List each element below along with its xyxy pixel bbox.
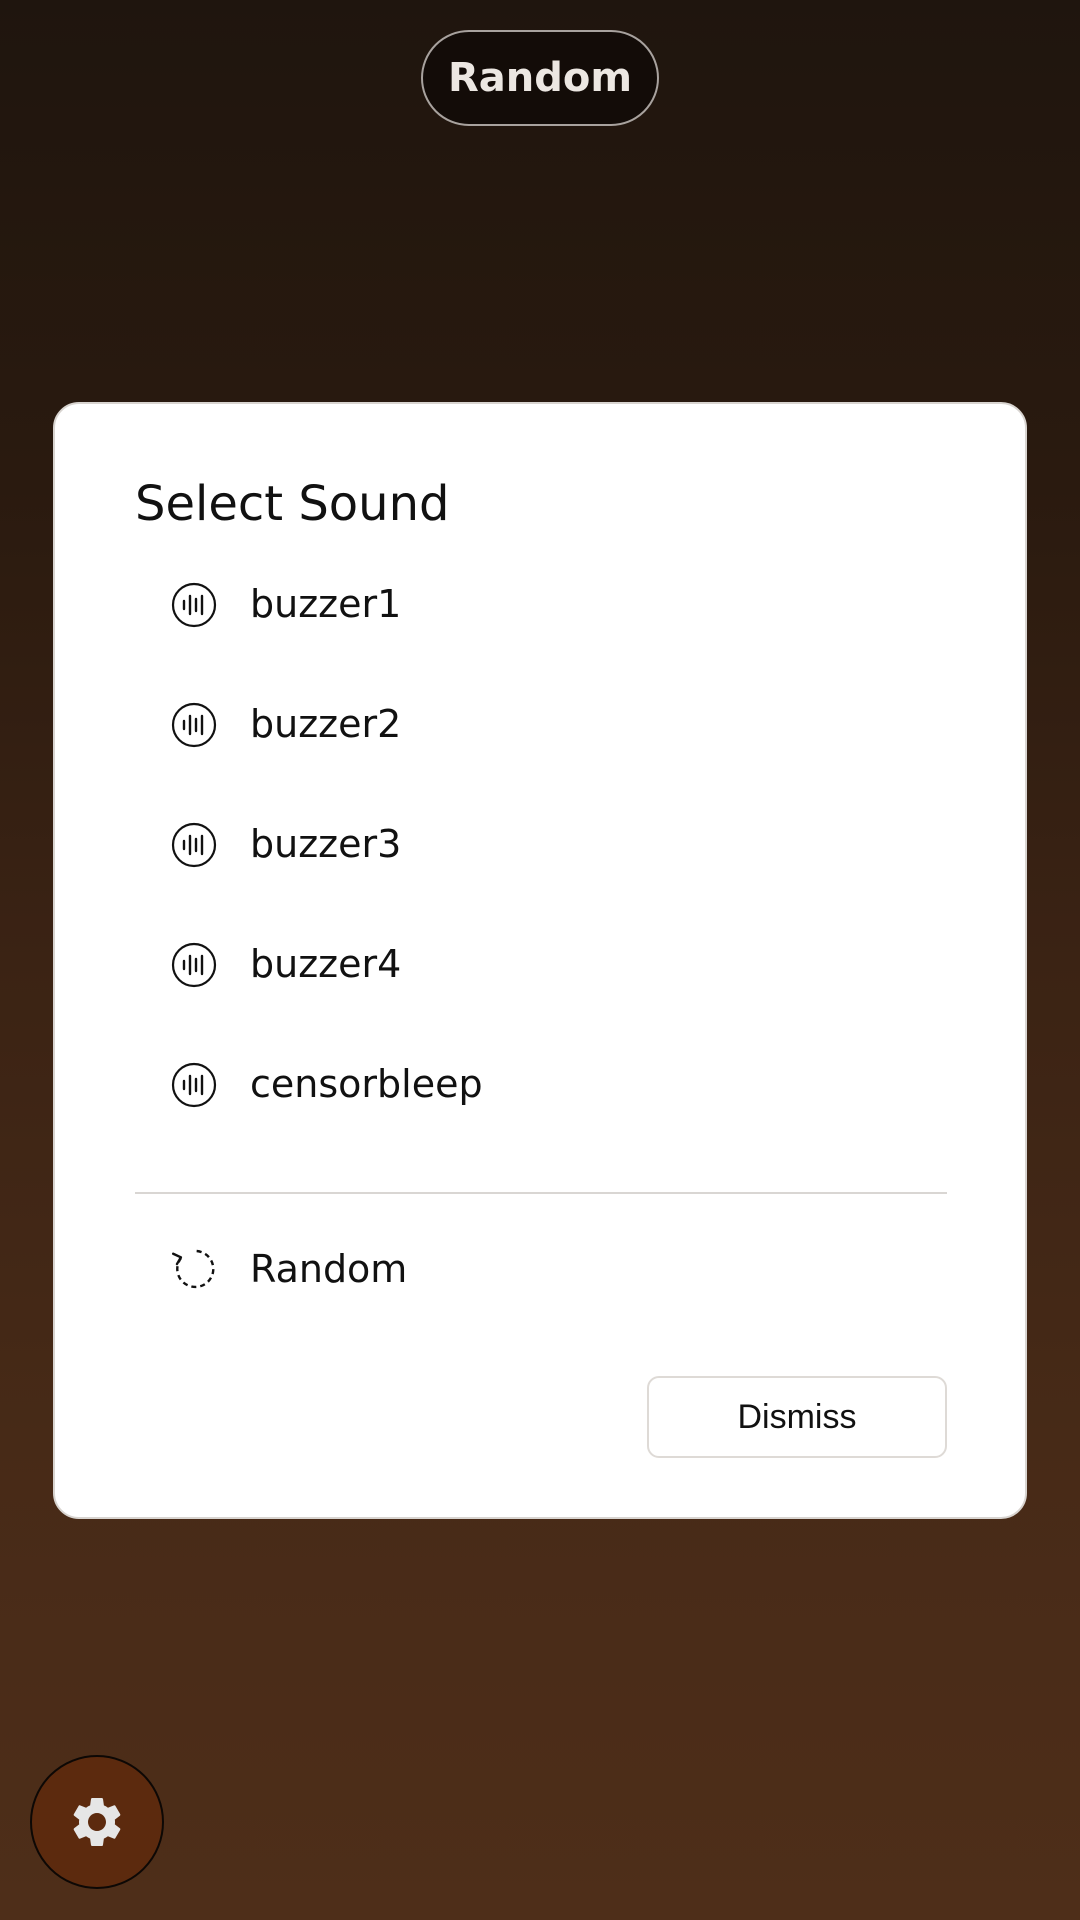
sound-option-censorbleep[interactable]: censorbleep	[55, 1024, 1025, 1144]
sound-option-buzzer1[interactable]: buzzer1	[55, 544, 1025, 664]
sound-option-label: buzzer3	[250, 822, 402, 866]
sound-waves-icon	[171, 702, 217, 748]
select-sound-dialog: Select Sound buzzer1 buzzer2 buzzer3 buz…	[53, 402, 1027, 1519]
sound-option-label: buzzer4	[250, 942, 402, 986]
sound-option-buzzer3[interactable]: buzzer3	[55, 784, 1025, 904]
sound-option-buzzer2[interactable]: buzzer2	[55, 664, 1025, 784]
random-button[interactable]: Random	[421, 30, 659, 126]
sound-option-buzzer4[interactable]: buzzer4	[55, 904, 1025, 1024]
sound-waves-icon	[171, 942, 217, 988]
gear-icon	[73, 1798, 121, 1846]
sound-option-label: censorbleep	[250, 1062, 483, 1106]
divider	[135, 1192, 947, 1194]
shuffle-circle-icon	[171, 1249, 215, 1289]
settings-button[interactable]	[30, 1755, 164, 1889]
sound-option-label: buzzer1	[250, 582, 402, 626]
sound-option-random[interactable]: Random	[55, 1209, 1025, 1329]
sound-waves-icon	[171, 582, 217, 628]
sound-option-label: buzzer2	[250, 702, 402, 746]
dialog-title: Select Sound	[135, 476, 450, 532]
dismiss-button[interactable]: Dismiss	[647, 1376, 947, 1458]
sound-list: buzzer1 buzzer2 buzzer3 buzzer4 censorbl…	[55, 544, 1025, 1144]
sound-waves-icon	[171, 1062, 217, 1108]
sound-option-label: Random	[250, 1247, 408, 1291]
sound-waves-icon	[171, 822, 217, 868]
